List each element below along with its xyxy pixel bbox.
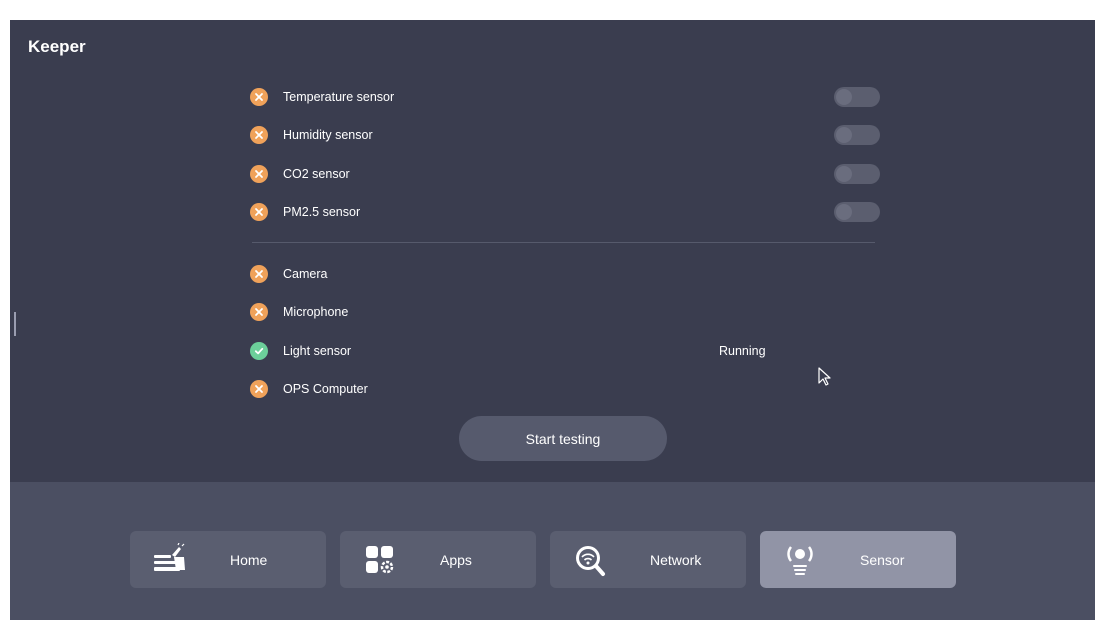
- light-sensor-status: Running: [719, 344, 766, 358]
- check-circle-icon: [250, 342, 268, 360]
- x-circle-icon: [250, 303, 268, 321]
- device-label: Camera: [283, 267, 328, 281]
- keeper-screen: Keeper Temperature sensor Humidity senso…: [10, 20, 1095, 620]
- toggle-knob: [836, 166, 852, 182]
- sensor-row-pm25: PM2.5 sensor: [250, 200, 880, 224]
- nav-tab-label: Apps: [440, 551, 472, 568]
- sensor-label: Humidity sensor: [283, 128, 373, 142]
- x-circle-icon: [250, 265, 268, 283]
- co2-sensor-toggle[interactable]: [834, 164, 880, 184]
- nav-tab-home[interactable]: Home: [130, 531, 326, 588]
- sensor-row-temperature: Temperature sensor: [250, 85, 880, 109]
- x-circle-icon: [250, 203, 268, 221]
- nav-tab-network[interactable]: Network: [550, 531, 746, 588]
- sensor-row-humidity: Humidity sensor: [250, 123, 880, 147]
- device-label: Microphone: [283, 305, 349, 319]
- device-row-microphone: Microphone: [250, 300, 880, 324]
- x-circle-icon: [250, 380, 268, 398]
- x-circle-icon: [250, 126, 268, 144]
- temperature-sensor-toggle[interactable]: [834, 87, 880, 107]
- device-row-ops-computer: OPS Computer: [250, 377, 880, 401]
- x-circle-icon: [250, 88, 268, 106]
- sensor-label: Temperature sensor: [283, 90, 395, 104]
- toggle-knob: [836, 89, 852, 105]
- app-title: Keeper: [28, 37, 86, 56]
- device-row-camera: Camera: [250, 262, 880, 286]
- nav-tab-apps[interactable]: Apps: [340, 531, 536, 588]
- nav-tab-label: Home: [230, 551, 268, 568]
- bottom-nav-bar: Home Apps Network Sensor: [10, 482, 1095, 620]
- pm25-sensor-toggle[interactable]: [834, 202, 880, 222]
- nav-tab-sensor[interactable]: Sensor: [760, 531, 956, 588]
- nav-tab-label: Sensor: [860, 551, 905, 568]
- sensor-label: PM2.5 sensor: [283, 205, 361, 219]
- toggle-knob: [836, 204, 852, 220]
- device-label: OPS Computer: [283, 382, 368, 396]
- toggle-knob: [836, 127, 852, 143]
- section-divider: [252, 242, 875, 243]
- device-row-light-sensor: Light sensor Running: [250, 339, 880, 363]
- x-circle-icon: [250, 165, 268, 183]
- sensor-label: CO2 sensor: [283, 167, 350, 181]
- mouse-cursor-icon: [818, 367, 832, 392]
- device-label: Light sensor: [283, 344, 352, 358]
- nav-tab-label: Network: [650, 551, 702, 568]
- side-drawer-handle[interactable]: [14, 312, 16, 336]
- sensor-row-co2: CO2 sensor: [250, 162, 880, 186]
- start-testing-button[interactable]: Start testing: [459, 416, 667, 461]
- humidity-sensor-toggle[interactable]: [834, 125, 880, 145]
